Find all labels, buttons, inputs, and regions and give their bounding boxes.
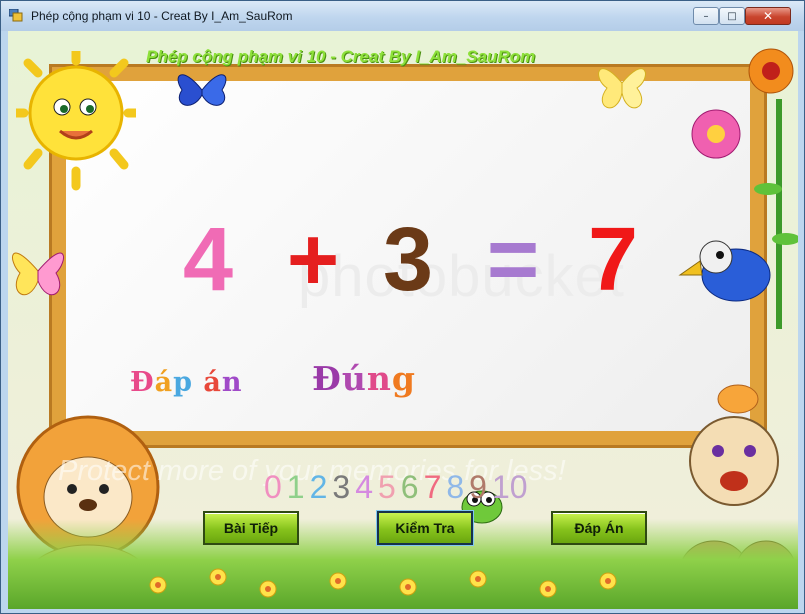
equals-sign: = xyxy=(486,210,540,310)
digit-choices: 0 1 2 3 4 5 6 7 8 9 10 xyxy=(264,469,528,506)
window-title: Phép cộng phạm vi 10 - Creat By I_Am_Sau… xyxy=(31,9,293,23)
digit-choice-9[interactable]: 9 xyxy=(469,469,487,506)
flower-row-decoration xyxy=(149,568,617,598)
digit-choice-4[interactable]: 4 xyxy=(355,469,373,506)
banner-title: Phép cộng phạm vi 10 - Creat By I_Am_Sau… xyxy=(146,47,536,66)
show-answer-button[interactable]: Đáp Án xyxy=(551,511,647,545)
digit-choice-2[interactable]: 2 xyxy=(310,469,328,506)
app-icon xyxy=(9,9,23,22)
digit-choice-8[interactable]: 8 xyxy=(446,469,464,506)
answer-label: Đáp án xyxy=(130,367,243,398)
game-area: photobucket Phép cộng phạm vi 10 - Creat… xyxy=(8,31,798,609)
digit-choice-6[interactable]: 6 xyxy=(401,469,419,506)
answer-status-text: Đúng xyxy=(312,359,416,398)
answer-status: Đúng xyxy=(312,359,416,398)
digit-choice-1[interactable]: 1 xyxy=(287,469,305,506)
pink-butterfly-icon xyxy=(12,252,64,296)
check-button[interactable]: Kiểm Tra xyxy=(377,511,473,545)
next-exercise-button[interactable]: Bài Tiếp xyxy=(203,511,299,545)
yellow-butterfly-icon xyxy=(598,68,646,109)
maximize-button[interactable]: □ xyxy=(719,7,745,25)
butterfly-icon xyxy=(177,74,227,106)
close-button[interactable]: ✕ xyxy=(745,7,791,25)
operand-b: 3 xyxy=(382,210,434,310)
digit-choice-0[interactable]: 0 xyxy=(264,469,282,506)
minimize-button[interactable]: – xyxy=(693,7,719,25)
title-bar: Phép cộng phạm vi 10 - Creat By I_Am_Sau… xyxy=(1,1,804,31)
digit-choice-5[interactable]: 5 xyxy=(378,469,396,506)
digit-choice-10[interactable]: 10 xyxy=(492,469,528,506)
answer-label-text: Đáp án xyxy=(130,367,243,398)
sun-icon xyxy=(16,51,136,191)
plus-sign: + xyxy=(286,210,340,310)
flowers-decoration xyxy=(678,48,798,329)
result-value: 7 xyxy=(587,210,639,310)
operand-a: 4 xyxy=(182,210,234,310)
digit-choice-3[interactable]: 3 xyxy=(332,469,350,506)
digit-choice-7[interactable]: 7 xyxy=(424,469,442,506)
app-window: Phép cộng phạm vi 10 - Creat By I_Am_Sau… xyxy=(0,0,805,614)
